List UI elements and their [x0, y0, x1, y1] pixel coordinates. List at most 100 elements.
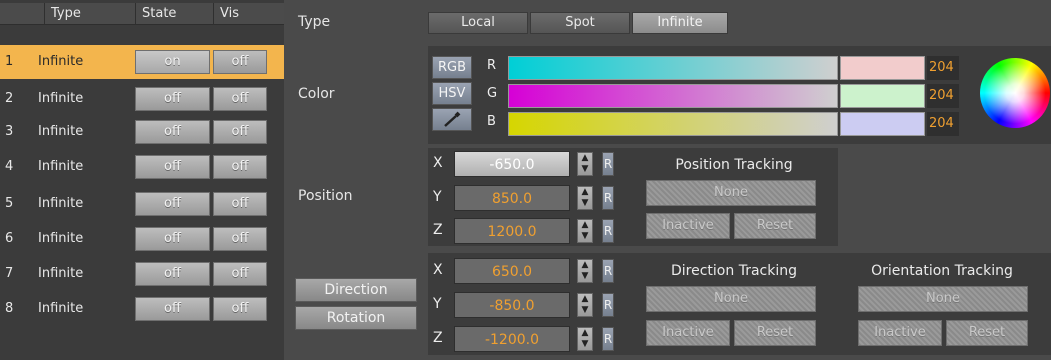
type-local-button[interactable]: Local: [428, 12, 528, 34]
hsv-mode-button[interactable]: HSV: [432, 82, 472, 105]
position-x-reset[interactable]: R: [602, 152, 614, 176]
state-toggle[interactable]: off: [135, 120, 210, 144]
row-number: 5: [5, 196, 14, 211]
channel-r-label: R: [487, 58, 497, 73]
position-tracking-reset[interactable]: Reset: [734, 213, 816, 239]
direction-x-spinner[interactable]: ▲ ▼: [577, 259, 593, 283]
direction-z-reset[interactable]: R: [602, 327, 614, 351]
column-header-vis[interactable]: Vis: [213, 3, 284, 25]
vis-toggle[interactable]: off: [213, 50, 267, 74]
position-tracking-inactive[interactable]: Inactive: [646, 213, 730, 239]
position-label: Position: [298, 188, 353, 204]
spin-arrows-icon: ▲ ▼: [581, 153, 589, 174]
direction-tracking-target[interactable]: None: [646, 286, 816, 312]
rgb-mode-button[interactable]: RGB: [432, 56, 472, 79]
color-wheel[interactable]: [980, 58, 1050, 128]
state-toggle[interactable]: off: [135, 227, 210, 251]
row-type: Infinite: [38, 196, 84, 211]
state-toggle[interactable]: off: [135, 87, 210, 111]
direction-x-reset[interactable]: R: [602, 259, 614, 283]
row-type: Infinite: [38, 124, 84, 139]
vis-toggle[interactable]: off: [213, 192, 267, 216]
direction-y-reset[interactable]: R: [602, 293, 614, 317]
channel-b-slider[interactable]: [508, 112, 838, 136]
type-infinite-button[interactable]: Infinite: [632, 12, 728, 34]
vis-toggle[interactable]: off: [213, 87, 267, 111]
direction-x-label: X: [433, 262, 443, 278]
light-row-7[interactable]: 7 Infinite off off: [0, 257, 284, 291]
light-row-4[interactable]: 4 Infinite off off: [0, 150, 284, 184]
position-x-input[interactable]: -650.0: [454, 151, 570, 177]
position-y-label: Y: [433, 189, 442, 205]
direction-y-input[interactable]: -850.0: [454, 292, 570, 318]
spin-arrows-icon: ▲ ▼: [581, 220, 589, 241]
row-type: Infinite: [38, 266, 84, 281]
direction-z-label: Z: [433, 330, 443, 346]
channel-g-label: G: [487, 86, 498, 101]
direction-z-input[interactable]: -1200.0: [454, 326, 570, 352]
row-number: 2: [5, 91, 14, 106]
row-type: Infinite: [38, 301, 84, 316]
orientation-tracking-title: Orientation Tracking: [871, 263, 1013, 279]
direction-tracking-reset[interactable]: Reset: [734, 320, 816, 346]
direction-z-spinner[interactable]: ▲ ▼: [577, 327, 593, 351]
light-row-8[interactable]: 8 Infinite off off: [0, 292, 284, 326]
vis-toggle[interactable]: off: [213, 297, 267, 321]
spin-arrows-icon: ▲ ▼: [581, 260, 589, 281]
channel-r-slider[interactable]: [508, 56, 838, 80]
channel-g-slider[interactable]: [508, 84, 838, 108]
channel-b-value[interactable]: 204: [927, 112, 959, 136]
state-toggle[interactable]: off: [135, 297, 210, 321]
vis-toggle[interactable]: off: [213, 262, 267, 286]
spin-arrows-icon: ▲ ▼: [581, 328, 589, 349]
light-row-5[interactable]: 5 Infinite off off: [0, 187, 284, 221]
row-type: Infinite: [38, 159, 84, 174]
row-number: 6: [5, 231, 14, 246]
row-number: 3: [5, 124, 14, 139]
position-y-input[interactable]: 850.0: [454, 185, 570, 211]
position-x-spinner[interactable]: ▲ ▼: [577, 152, 593, 176]
position-tracking-target[interactable]: None: [646, 180, 816, 206]
channel-r-value[interactable]: 204: [927, 56, 959, 80]
position-tracking-title: Position Tracking: [675, 157, 793, 173]
light-row-1[interactable]: 1 Infinite on off: [0, 45, 284, 79]
light-row-2[interactable]: 2 Infinite off off: [0, 82, 284, 116]
channel-r-swatch: [840, 56, 925, 80]
direction-tracking-title: Direction Tracking: [671, 263, 797, 279]
column-header-state[interactable]: State: [135, 3, 213, 25]
column-header-type[interactable]: Type: [44, 3, 134, 25]
orientation-tracking-inactive[interactable]: Inactive: [858, 320, 942, 346]
position-y-reset[interactable]: R: [602, 186, 614, 210]
vis-toggle[interactable]: off: [213, 227, 267, 251]
channel-g-value[interactable]: 204: [927, 84, 959, 108]
state-toggle[interactable]: off: [135, 155, 210, 179]
orientation-tracking-reset[interactable]: Reset: [946, 320, 1028, 346]
light-row-3[interactable]: 3 Infinite off off: [0, 115, 284, 149]
orientation-tracking-target[interactable]: None: [858, 286, 1028, 312]
state-toggle[interactable]: on: [135, 50, 210, 74]
spin-arrows-icon: ▲ ▼: [581, 294, 589, 315]
position-z-input[interactable]: 1200.0: [454, 218, 570, 244]
rotation-button[interactable]: Rotation: [295, 306, 417, 330]
channel-b-swatch: [840, 112, 925, 136]
vis-toggle[interactable]: off: [213, 155, 267, 179]
eyedropper-icon: [444, 111, 461, 127]
channel-b-label: B: [487, 114, 496, 129]
vis-toggle[interactable]: off: [213, 120, 267, 144]
state-toggle[interactable]: off: [135, 192, 210, 216]
color-picker-button[interactable]: [432, 108, 472, 131]
row-number: 7: [5, 266, 14, 281]
row-number: 8: [5, 301, 14, 316]
position-y-spinner[interactable]: ▲ ▼: [577, 186, 593, 210]
direction-tracking-inactive[interactable]: Inactive: [646, 320, 730, 346]
channel-g-swatch: [840, 84, 925, 108]
direction-y-spinner[interactable]: ▲ ▼: [577, 293, 593, 317]
position-z-reset[interactable]: R: [602, 219, 614, 243]
position-z-spinner[interactable]: ▲ ▼: [577, 219, 593, 243]
direction-x-input[interactable]: 650.0: [454, 258, 570, 284]
light-row-6[interactable]: 6 Infinite off off: [0, 222, 284, 256]
row-number: 1: [5, 54, 14, 69]
type-spot-button[interactable]: Spot: [530, 12, 630, 34]
state-toggle[interactable]: off: [135, 262, 210, 286]
direction-button[interactable]: Direction: [295, 278, 417, 302]
